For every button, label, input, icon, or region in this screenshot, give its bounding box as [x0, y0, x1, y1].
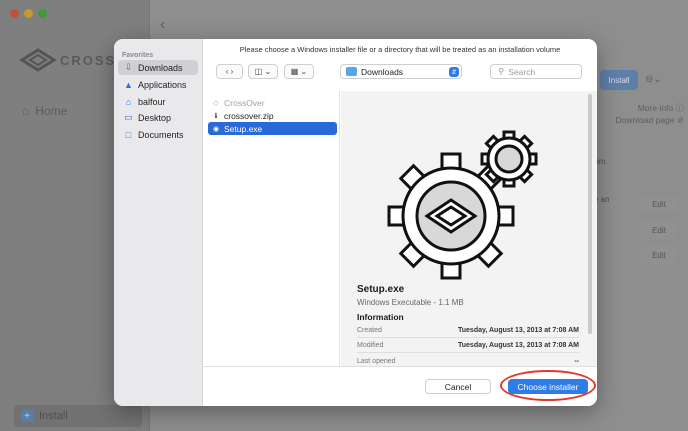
back-chevron-icon[interactable]: ‹	[160, 16, 165, 34]
sidebar-item-label: Home	[35, 104, 68, 118]
download-icon: ⇩	[124, 62, 133, 72]
back-forward-buttons[interactable]: ‹ ›	[216, 64, 243, 79]
file-list: ◇ CrossOver ℹ crossover.zip ◉ Setup.exe	[203, 91, 340, 366]
file-name: crossover.zip	[224, 110, 274, 121]
search-icon: ⚲	[498, 66, 505, 76]
sidebar-item-label: Applications	[138, 79, 187, 90]
setup-gear-icon	[387, 130, 538, 280]
bottom-install-button[interactable]: + Install	[14, 405, 142, 427]
view-mode-grid-icon[interactable]: ▦ ⌄	[284, 64, 314, 79]
sidebar-item-label: Desktop	[138, 112, 172, 123]
info-value: Tuesday, August 13, 2013 at 7:08 AM	[458, 327, 579, 334]
chevron-updown-icon: ⇵	[449, 67, 459, 77]
file-name: CrossOver	[224, 97, 265, 108]
preview-file-name: Setup.exe	[357, 284, 405, 295]
plus-icon: +	[21, 410, 33, 422]
edit-button[interactable]: Edit	[640, 221, 678, 239]
info-key: Created	[357, 327, 382, 334]
annotation-highlight-circle	[500, 370, 596, 401]
sidebar-item-desktop[interactable]: ▭ Desktop	[118, 110, 198, 125]
search-placeholder: Search	[508, 66, 536, 77]
sidebar-item-home[interactable]: ⌂ Home	[22, 104, 67, 118]
info-key: Modified	[357, 342, 384, 349]
document-icon: □	[125, 129, 132, 140]
exe-file-icon: ◉	[212, 125, 220, 133]
sidebar-item-label: balfour	[138, 96, 166, 107]
preview-scrollbar[interactable]	[588, 94, 592, 334]
preview-info-header: Information	[357, 312, 404, 322]
location-select[interactable]: Downloads ⇵	[340, 64, 462, 79]
info-key: Last opened	[357, 357, 396, 365]
info-row-modified: Modified Tuesday, August 13, 2013 at 7:0…	[357, 339, 579, 353]
list-item-selected[interactable]: ◉ Setup.exe	[208, 122, 337, 135]
favorites-sidebar: Favorites ⇩ Downloads ▲ Applications ⌂ b…	[114, 39, 203, 406]
view-mode-column-icon[interactable]: ◫ ⌄	[248, 64, 278, 79]
list-item[interactable]: ℹ crossover.zip	[208, 109, 337, 122]
location-label: Downloads	[361, 66, 404, 77]
sidebar-item-downloads[interactable]: ⇩ Downloads	[118, 60, 198, 75]
bottom-install-label: Install	[39, 410, 68, 422]
more-options-icon[interactable]: ⊖⌄	[645, 74, 662, 85]
crossover-folder-icon: ◇	[213, 99, 219, 107]
info-value: --	[574, 357, 579, 365]
applications-icon: ▲	[124, 79, 133, 90]
zip-file-icon: ℹ	[214, 112, 218, 120]
preview-file-kind: Windows Executable - 1.1 MB	[357, 298, 464, 307]
file-name: Setup.exe	[224, 123, 263, 134]
home-icon: ⌂	[22, 104, 30, 118]
home-icon: ⌂	[125, 96, 132, 107]
sidebar-item-label: Documents	[138, 129, 184, 140]
sidebar-item-label: Downloads	[138, 62, 183, 73]
list-item[interactable]: ◇ CrossOver	[208, 96, 337, 109]
favorites-header: Favorites	[122, 52, 154, 59]
file-chooser-dialog: Favorites ⇩ Downloads ▲ Applications ⌂ b…	[114, 39, 597, 406]
sidebar-item-documents[interactable]: □ Documents	[118, 127, 198, 142]
cancel-button[interactable]: Cancel	[425, 379, 491, 394]
download-page-link[interactable]: Download page ⊘	[615, 115, 684, 126]
sidebar-item-balfour[interactable]: ⌂ balfour	[118, 94, 198, 109]
zoom-window-button[interactable]	[38, 9, 47, 18]
info-value: Tuesday, August 13, 2013 at 7:08 AM	[458, 342, 579, 349]
dialog-prompt: Please choose a Windows installer file o…	[239, 45, 561, 54]
info-row-created: Created Tuesday, August 13, 2013 at 7:08…	[357, 324, 579, 338]
sidebar-item-applications[interactable]: ▲ Applications	[118, 77, 198, 92]
folder-icon	[346, 67, 357, 76]
close-window-button[interactable]	[10, 9, 19, 18]
minimize-window-button[interactable]	[24, 9, 33, 18]
edit-button[interactable]: Edit	[640, 195, 678, 213]
file-preview-pane: Setup.exe Windows Executable - 1.1 MB In…	[341, 91, 597, 366]
install-button[interactable]: Install	[600, 70, 638, 90]
dialog-toolbar: ‹ › ◫ ⌄ ▦ ⌄ Downloads ⇵ ⚲ Search	[203, 64, 597, 82]
search-input[interactable]: ⚲ Search	[490, 64, 582, 79]
more-info-link[interactable]: More info ⓘ	[638, 102, 684, 114]
desktop-icon: ▭	[124, 112, 133, 122]
edit-button[interactable]: Edit	[640, 246, 678, 264]
